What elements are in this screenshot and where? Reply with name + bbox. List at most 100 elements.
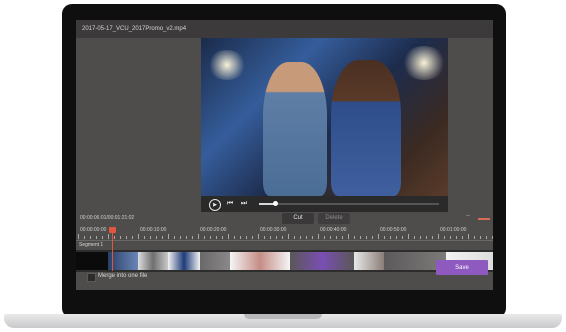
play-icon[interactable]: ▶ <box>209 199 221 211</box>
ruler-tick-mark <box>402 236 403 239</box>
ruler-tick-mark <box>270 236 271 239</box>
ruler-tick-mark <box>414 236 415 239</box>
film-strip[interactable] <box>76 250 493 272</box>
footer-bar: Merge into one file Save <box>76 260 493 290</box>
ruler-tick-mark <box>264 236 265 239</box>
ruler-tick-mark <box>108 234 109 239</box>
ruler-tick-mark <box>114 236 115 239</box>
delete-button[interactable]: Delete <box>318 213 350 224</box>
ruler-tick-mark <box>198 234 199 239</box>
ruler-tick-mark <box>90 236 91 239</box>
save-button[interactable]: Save <box>436 260 488 275</box>
ruler-tick-mark <box>486 236 487 239</box>
ruler-tick-mark <box>306 236 307 239</box>
merge-checkbox[interactable] <box>87 273 96 282</box>
ruler-tick-mark <box>390 236 391 239</box>
ruler-tick-mark <box>432 236 433 239</box>
zoom-slider[interactable] <box>478 218 490 220</box>
ruler-tick-mark <box>372 236 373 239</box>
ruler-tick-mark <box>444 236 445 239</box>
ruler-tick-mark <box>276 236 277 239</box>
ruler-tick-mark <box>78 234 79 239</box>
ruler-tick-mark <box>258 234 259 239</box>
ruler-tick-mark <box>162 236 163 239</box>
timeline-ruler[interactable]: 00:00:00:00 00:00:10:00 00:00:20:00 00:00:3… <box>76 226 493 241</box>
stage-light <box>207 50 247 80</box>
window-title: 2017-05-17_VCU_2017Promo_v2.mp4 <box>82 26 187 32</box>
ruler-tick-mark <box>438 234 439 239</box>
ruler-tick-mark <box>96 236 97 239</box>
ruler-tick-mark <box>300 236 301 239</box>
ruler-tick-mark <box>228 234 229 239</box>
clip-thumbnail <box>200 252 230 270</box>
ruler-tick-mark <box>132 236 133 239</box>
ruler-tick-mark <box>288 234 289 239</box>
player-controls: ▶ ⏮ ⏭ <box>201 196 448 212</box>
zoom-out-icon[interactable]: − <box>466 213 470 220</box>
ruler-tick-mark <box>450 236 451 239</box>
ruler-tick-mark <box>408 234 409 239</box>
singer-figure <box>263 62 327 196</box>
playhead[interactable] <box>112 227 113 271</box>
ruler-tick-mark <box>354 236 355 239</box>
playback-progress-track[interactable] <box>259 201 439 206</box>
ruler-tick-mark <box>120 236 121 239</box>
ruler-tick-mark <box>294 236 295 239</box>
ruler-tick-label: 00:00:30:00 <box>260 227 287 233</box>
stage-light <box>401 46 447 80</box>
ruler-tick-label: 00:01:00:00 <box>440 227 467 233</box>
ruler-tick-label: 00:00:00:00 <box>80 227 107 233</box>
ruler-tick-label: 00:00:20:00 <box>200 227 227 233</box>
ruler-tick-mark <box>156 236 157 239</box>
timecode-readout: 00:00:06:01/00:01:21:02 <box>80 215 135 221</box>
ruler-tick-mark <box>456 236 457 239</box>
ruler-tick-mark <box>474 236 475 239</box>
ruler-tick-label: 00:00:50:00 <box>380 227 407 233</box>
ruler-tick-mark <box>318 234 319 239</box>
ruler-tick-mark <box>150 236 151 239</box>
ruler-tick-mark <box>240 236 241 239</box>
ruler-tick-mark <box>126 236 127 239</box>
ruler-tick-mark <box>216 236 217 239</box>
ruler-tick-mark <box>144 236 145 239</box>
ruler-tick-mark <box>492 236 493 239</box>
ruler-tick-mark <box>138 234 139 239</box>
clip-thumbnail <box>290 252 354 270</box>
next-frame-icon[interactable]: ⏭ <box>239 199 249 209</box>
ruler-tick-mark <box>396 236 397 239</box>
cut-button[interactable]: Cut <box>282 213 314 224</box>
ruler-tick-mark <box>174 236 175 239</box>
ruler-tick-mark <box>186 236 187 239</box>
prev-frame-icon[interactable]: ⏮ <box>225 199 235 209</box>
ruler-tick-mark <box>324 236 325 239</box>
ruler-tick-mark <box>426 236 427 239</box>
merge-label: Merge into one file <box>98 273 148 279</box>
ruler-tick-mark <box>384 236 385 239</box>
clip-thumbnail <box>76 252 108 270</box>
clip-thumbnail <box>138 252 168 270</box>
ruler-tick-mark <box>102 236 103 239</box>
ruler-tick-mark <box>84 236 85 239</box>
ruler-tick-mark <box>342 236 343 239</box>
ruler-tick-label: 00:00:10:00 <box>140 227 167 233</box>
playback-progress-knob[interactable] <box>273 201 279 206</box>
clip-thumbnail <box>168 252 200 270</box>
laptop-notch <box>244 314 322 319</box>
ruler-tick-mark <box>282 236 283 239</box>
ruler-tick-mark <box>252 236 253 239</box>
ruler-tick-mark <box>192 236 193 239</box>
ruler-tick-mark <box>480 236 481 239</box>
ruler-tick-mark <box>204 236 205 239</box>
ruler-tick-mark <box>462 236 463 239</box>
ruler-tick-mark <box>330 236 331 239</box>
ruler-tick-mark <box>168 234 169 239</box>
ruler-tick-label: 00:00:40:00 <box>320 227 347 233</box>
ruler-tick-mark <box>312 236 313 239</box>
ruler-tick-mark <box>222 236 223 239</box>
title-bar: 2017-05-17_VCU_2017Promo_v2.mp4 <box>76 20 493 38</box>
editor-window: 2017-05-17_VCU_2017Promo_v2.mp4 ▶ ⏮ ⏭ 00… <box>76 20 493 290</box>
clip-thumbnail <box>354 252 384 270</box>
ruler-tick-mark <box>360 236 361 239</box>
video-preview[interactable] <box>201 38 448 196</box>
ruler-tick-mark <box>366 236 367 239</box>
